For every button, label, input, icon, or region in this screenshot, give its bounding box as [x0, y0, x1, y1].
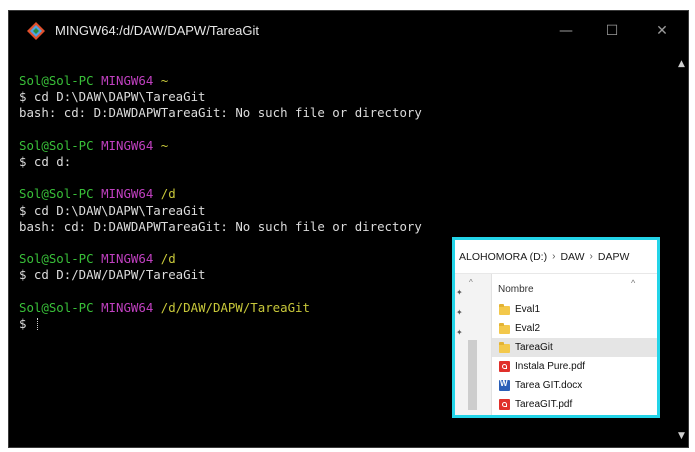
minimize-icon: — — [559, 23, 573, 39]
window-title: MINGW64:/d/DAW/DAPW/TareaGit — [55, 23, 259, 38]
terminal-command-line: $ cd D:\DAW\DAPW\TareaGit — [19, 89, 677, 105]
file-name: TareaGit — [515, 342, 553, 353]
close-icon: ✕ — [656, 23, 668, 39]
prompt-path: /d — [160, 186, 176, 202]
line-text: $ cd D:/DAW/DAPW/TareaGit — [19, 267, 206, 283]
chevron-right-icon: › — [552, 251, 556, 262]
prompt-path: /d — [160, 251, 176, 267]
prompt-user: Sol@Sol-PC — [19, 186, 94, 202]
file-name: TareaGIT.pdf — [515, 399, 573, 410]
file-row[interactable]: Eval2 — [492, 319, 657, 338]
line-text: $ cd d: — [19, 153, 72, 169]
line-text: $ — [19, 315, 34, 331]
prompt-user: Sol@Sol-PC — [19, 73, 94, 88]
scroll-up-icon[interactable]: ▲ — [675, 57, 688, 71]
word-doc-icon — [499, 379, 510, 391]
explorer-inset-screenshot: ALOHOMORA (D:) › DAW › DAPW ^ ✦ ✦ ✦ Nombre ^… — [452, 237, 660, 418]
prompt-user: Sol@Sol-PC — [19, 251, 94, 267]
folder-icon — [499, 303, 510, 315]
breadcrumb-item[interactable]: DAPW — [598, 251, 630, 263]
line-text: bash: cd: D:DAWDAPWTareaGit: No such fil… — [19, 105, 422, 121]
file-row[interactable]: TareaGIT.pdf — [492, 395, 657, 414]
maximize-button[interactable]: ☐ — [589, 11, 635, 51]
prompt-user: Sol@Sol-PC — [19, 137, 94, 153]
file-list: Nombre ^ Eval1 Eval2 TareaGit Instala Pure.… — [492, 274, 657, 415]
pin-icon: ✦ — [456, 328, 463, 337]
pin-icon: ✦ — [456, 288, 463, 297]
line-text: bash: cd: D:DAWDAPWTareaGit: No such fil… — [19, 218, 422, 234]
terminal-prompt-line: Sol@Sol-PC MINGW64 /d — [19, 186, 677, 202]
breadcrumb-item[interactable]: ALOHOMORA (D:) — [459, 251, 547, 263]
navigation-pane: ^ ✦ ✦ ✦ — [455, 274, 492, 415]
prompt-path: ~ — [160, 137, 169, 153]
minimize-button[interactable]: — — [543, 11, 589, 51]
file-row[interactable]: Tarea GIT.docx — [492, 376, 657, 395]
pdf-icon — [499, 361, 510, 372]
terminal-command-line: $ cd D:\DAW\DAPW\TareaGit — [19, 203, 677, 219]
terminal-output-line: bash: cd: D:DAWDAPWTareaGit: No such fil… — [19, 219, 677, 235]
prompt-path: ~ — [160, 73, 169, 88]
prompt-env: MINGW64 — [101, 186, 154, 202]
pin-icon: ✦ — [456, 308, 463, 317]
column-header-name: Nombre — [498, 284, 534, 295]
prompt-path: /d/DAW/DAPW/TareaGit — [160, 299, 310, 315]
file-name: Eval1 — [515, 304, 541, 315]
folder-icon — [499, 341, 510, 353]
prompt-env: MINGW64 — [101, 73, 154, 88]
file-row[interactable]: Eval1 — [492, 300, 657, 319]
chevron-right-icon: › — [589, 251, 593, 262]
close-button[interactable]: ✕ — [639, 11, 685, 51]
pdf-icon — [499, 399, 510, 410]
maximize-icon: ☐ — [605, 23, 619, 39]
file-name: Instala Pure.pdf — [515, 361, 586, 372]
vertical-scrollbar[interactable]: ▲ ▼ — [675, 51, 688, 447]
sort-caret-icon: ^ — [631, 278, 636, 288]
terminal-command-line: $ cd d: — [19, 154, 677, 170]
title-bar[interactable]: MINGW64:/d/DAW/DAPW/TareaGit — ☐ ✕ — [9, 11, 688, 51]
git-bash-icon — [27, 22, 45, 40]
breadcrumb: ALOHOMORA (D:) › DAW › DAPW — [455, 240, 657, 274]
terminal-prompt-line: Sol@Sol-PC MINGW64 ~ — [19, 138, 677, 154]
file-name: Tarea GIT.docx — [515, 380, 583, 391]
terminal-output-line: bash: cd: D:DAWDAPWTareaGit: No such fil… — [19, 105, 677, 121]
file-row[interactable]: TareaGit — [492, 338, 657, 357]
scroll-down-icon[interactable]: ▼ — [675, 429, 688, 443]
breadcrumb-item[interactable]: DAW — [560, 251, 584, 263]
file-row[interactable]: Instala Pure.pdf — [492, 357, 657, 376]
folder-icon — [499, 322, 510, 334]
nav-scrollbar — [468, 340, 477, 410]
chevron-up-icon: ^ — [469, 278, 473, 287]
prompt-env: MINGW64 — [101, 137, 154, 153]
line-text: $ cd D:\DAW\DAPW\TareaGit — [19, 89, 206, 105]
text-cursor[interactable] — [36, 317, 39, 330]
prompt-user: Sol@Sol-PC — [19, 299, 94, 315]
terminal-prompt-line: Sol@Sol-PC MINGW64 ~ — [19, 73, 677, 89]
line-text: $ cd D:\DAW\DAPW\TareaGit — [19, 202, 206, 218]
prompt-env: MINGW64 — [101, 299, 154, 315]
file-name: Eval2 — [515, 323, 541, 334]
prompt-env: MINGW64 — [101, 251, 154, 267]
